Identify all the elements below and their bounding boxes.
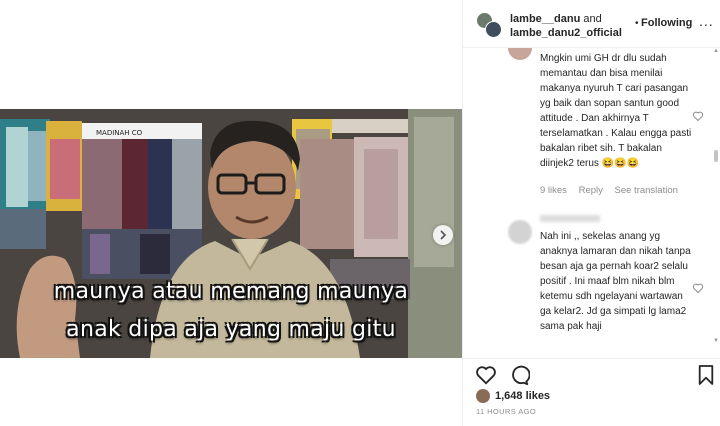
comment-likes[interactable]: 9 likes bbox=[540, 185, 567, 196]
post-timestamp[interactable]: 11 HOURS AGO bbox=[476, 407, 536, 416]
instagram-post-view: MADINAH CO maunya atau memang maunya ana… bbox=[0, 0, 720, 426]
reply-button[interactable]: Reply bbox=[579, 185, 603, 196]
following-button[interactable]: Following bbox=[641, 17, 692, 29]
post-side-panel: lambe__danu and lambe_danu2_official • F… bbox=[462, 0, 720, 426]
account-link-1[interactable]: lambe__danu bbox=[510, 13, 580, 25]
comment-meta: 9 likes Reply See translation bbox=[540, 185, 687, 196]
separator-dot: • bbox=[635, 18, 639, 29]
comment-icon[interactable] bbox=[508, 364, 530, 386]
commenter-avatar[interactable] bbox=[508, 48, 532, 60]
and-label: and bbox=[583, 13, 602, 25]
more-options-button[interactable]: ... bbox=[699, 13, 714, 29]
comment-body: Mngkin umi GH dr dlu sudah memantau dan … bbox=[540, 53, 692, 169]
post-actions: 1,648 likes 11 HOURS AGO bbox=[463, 358, 720, 426]
commenter-avatar[interactable] bbox=[508, 220, 532, 244]
shop-sign-text: MADINAH CO bbox=[96, 129, 143, 137]
scroll-down-arrow[interactable]: ▼ bbox=[713, 338, 719, 344]
scroll-up-arrow[interactable]: ▲ bbox=[713, 48, 719, 54]
bookmark-icon[interactable] bbox=[697, 364, 715, 386]
liker-avatar[interactable] bbox=[476, 389, 490, 403]
account-link-2[interactable]: lambe_danu2_official bbox=[510, 27, 622, 39]
avatar[interactable] bbox=[485, 21, 502, 38]
post-header: lambe__danu and lambe_danu2_official • F… bbox=[463, 0, 720, 48]
post-authors: lambe__danu and lambe_danu2_official bbox=[510, 12, 622, 40]
chevron-right-icon bbox=[440, 230, 447, 240]
next-media-button[interactable] bbox=[433, 225, 453, 245]
subtitle-line-2: anak dipa aja yang maju gitu bbox=[66, 317, 396, 342]
heart-icon[interactable] bbox=[692, 110, 704, 122]
see-translation-button[interactable]: See translation bbox=[615, 185, 678, 196]
blurred-username bbox=[540, 215, 600, 222]
comment-text: Mngkin umi GH dr dlu sudah memantau dan … bbox=[540, 51, 692, 171]
comment-text: Nah ini ,, sekelas anang yg anaknya lama… bbox=[540, 229, 692, 334]
comments-list[interactable]: Mngkin umi GH dr dlu sudah memantau dan … bbox=[463, 48, 720, 348]
heart-icon[interactable] bbox=[692, 282, 704, 294]
comment-body: Nah ini ,, sekelas anang yg anaknya lama… bbox=[540, 231, 691, 332]
media-panel: MADINAH CO maunya atau memang maunya ana… bbox=[0, 0, 462, 426]
likes-count[interactable]: 1,648 likes bbox=[495, 390, 550, 402]
heart-icon[interactable] bbox=[475, 364, 497, 386]
comments-scrollbar[interactable] bbox=[714, 150, 718, 162]
subtitle-line-1: maunya atau memang maunya bbox=[53, 279, 409, 304]
video-player[interactable]: MADINAH CO maunya atau memang maunya ana… bbox=[0, 109, 462, 358]
collab-avatars[interactable] bbox=[476, 12, 502, 38]
